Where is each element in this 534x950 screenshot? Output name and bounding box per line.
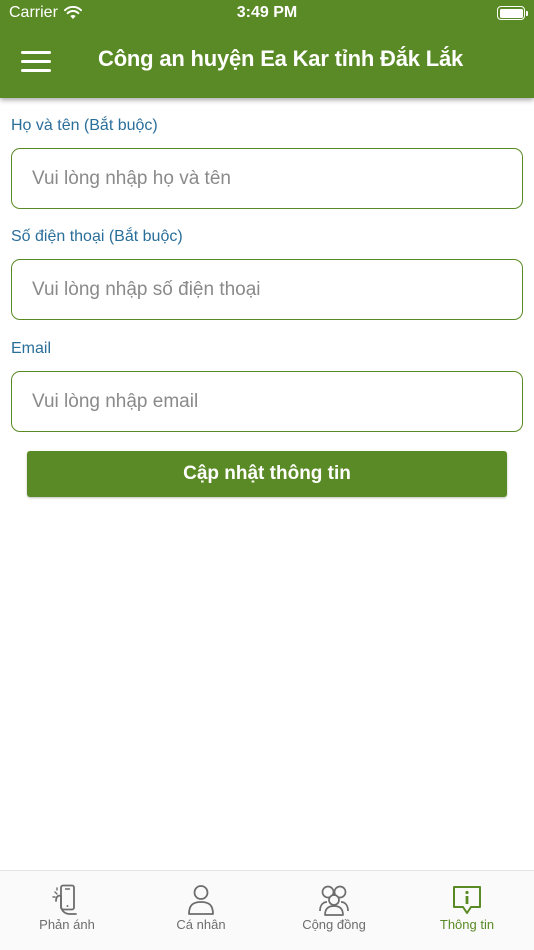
status-bar: Carrier 3:49 PM xyxy=(0,0,534,28)
info-bubble-icon xyxy=(453,886,481,914)
tab-label: Phản ánh xyxy=(39,917,95,932)
name-label: Họ và tên (Bắt buộc) xyxy=(11,117,158,134)
tab-ca-nhan[interactable]: Cá nhân xyxy=(134,871,268,950)
status-time: 3:49 PM xyxy=(236,4,298,21)
tab-label: Cộng đồng xyxy=(302,917,366,932)
battery-icon xyxy=(497,6,528,20)
page-title: Công an huyện Ea Kar tỉnh Đắk Lắk xyxy=(98,46,464,71)
tab-label: Cá nhân xyxy=(176,917,226,932)
person-icon xyxy=(188,885,214,915)
tab-label: Thông tin xyxy=(439,917,495,932)
email-input[interactable] xyxy=(11,371,523,432)
name-input[interactable] xyxy=(11,148,523,209)
update-info-button[interactable]: Cập nhật thông tin xyxy=(27,451,507,497)
phone-report-icon xyxy=(52,884,77,915)
tab-thong-tin[interactable]: Thông tin xyxy=(400,871,534,950)
app-header: Carrier 3:49 PM Công an huyện Ea Kar tỉn… xyxy=(0,0,534,98)
tab-cong-dong[interactable]: Cộng đồng xyxy=(267,871,401,950)
hamburger-menu-icon xyxy=(21,51,51,54)
phone-input[interactable] xyxy=(11,259,523,320)
tab-phan-anh[interactable]: Phản ánh xyxy=(0,871,134,950)
phone-label: Số điện thoại (Bắt buộc) xyxy=(11,228,183,245)
community-icon xyxy=(319,885,349,916)
tab-bar: Phản ánh Cá nhân Cộng đồng Thông tin xyxy=(0,870,534,950)
menu-button[interactable] xyxy=(21,51,51,73)
email-label: Email xyxy=(11,340,52,357)
